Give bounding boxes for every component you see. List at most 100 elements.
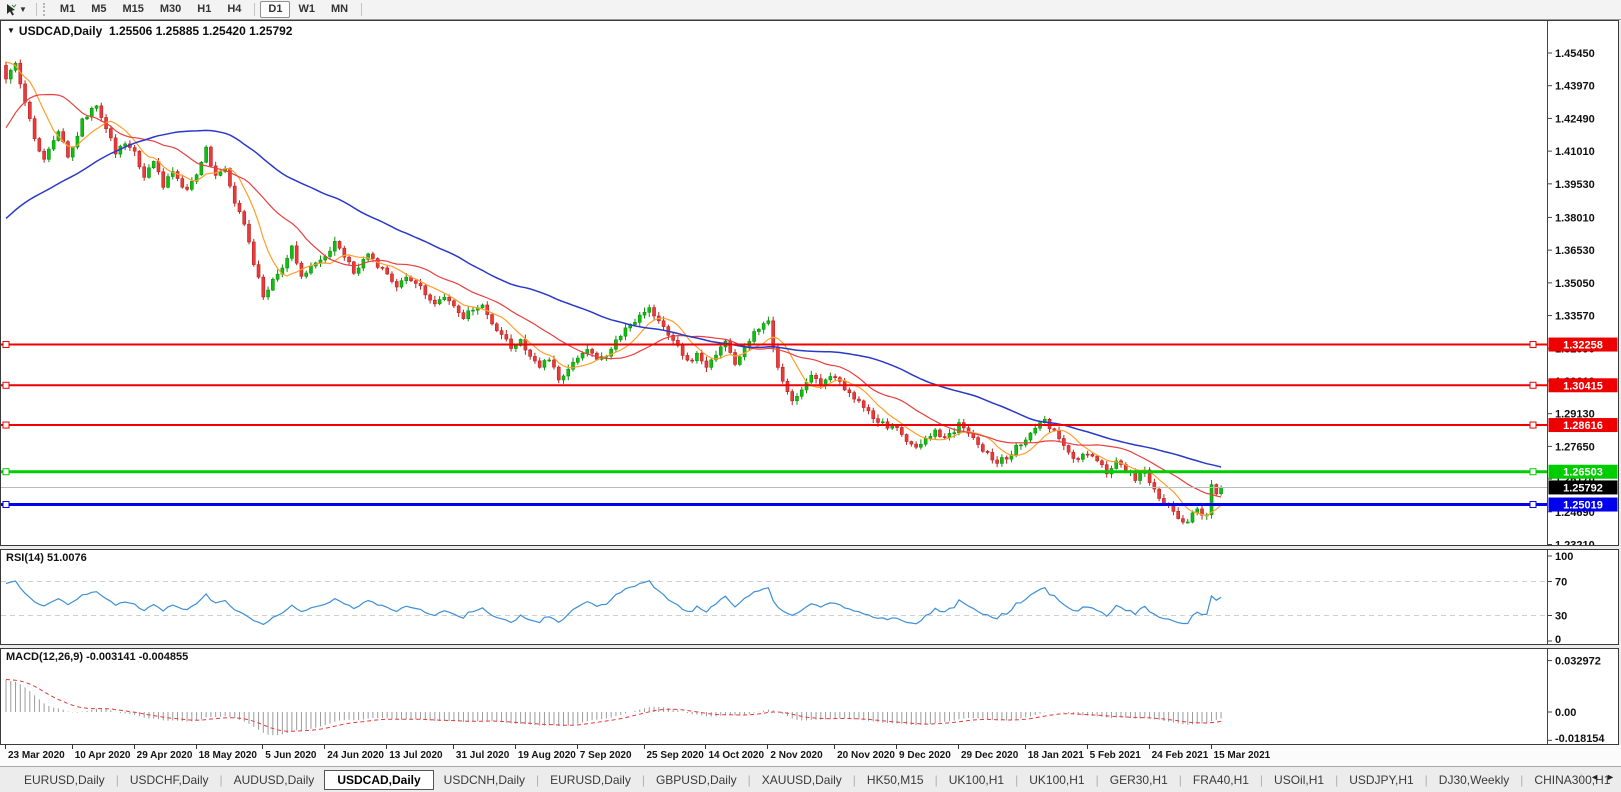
timeframe-button-m30[interactable]: M30 bbox=[152, 1, 189, 18]
time-axis-tick bbox=[196, 745, 197, 749]
symbol-tab-hk50-m15[interactable]: HK50,M15 bbox=[857, 770, 934, 790]
timeframe-button-w1[interactable]: W1 bbox=[290, 1, 323, 18]
line-handle[interactable] bbox=[1530, 382, 1536, 388]
macd-axis[interactable]: 0.032972 0.00 -0.018154 bbox=[1547, 649, 1605, 744]
symbol-tab-xauusd-daily[interactable]: XAUUSD,Daily bbox=[752, 770, 852, 790]
line-handle[interactable] bbox=[3, 342, 9, 348]
timeframe-button-h1[interactable]: H1 bbox=[189, 1, 219, 18]
price-axis-tick-label: 1.41010 bbox=[1555, 146, 1595, 158]
symbol-tab-usdjpy-h1[interactable]: USDJPY,H1 bbox=[1339, 770, 1423, 790]
toolbar-dropdown-icon[interactable]: ▼ bbox=[19, 5, 27, 14]
price-level-label-text: 1.25792 bbox=[1563, 482, 1603, 494]
timeframe-button-h4[interactable]: H4 bbox=[219, 1, 249, 18]
symbol-tab-usdchf-daily[interactable]: USDCHF,Daily bbox=[120, 770, 219, 790]
symbol-tab-dj30-weekly[interactable]: DJ30,Weekly bbox=[1429, 770, 1519, 790]
time-axis-label: 9 Dec 2020 bbox=[899, 750, 951, 761]
rsi-canvas[interactable]: 10070300 bbox=[1, 550, 1618, 644]
resistance-line-1.30415[interactable]: 1.30415 bbox=[1, 378, 1618, 392]
price-axis-tick-label: 1.45450 bbox=[1555, 48, 1595, 60]
line-handle[interactable] bbox=[3, 469, 9, 475]
tab-scroll-left-icon[interactable]: ◄ bbox=[1590, 772, 1599, 782]
time-axis-label: 5 Jun 2020 bbox=[265, 750, 316, 761]
symbol-tab-usdcnh-daily[interactable]: USDCNH,Daily bbox=[434, 770, 535, 790]
resistance-line-1.32258[interactable]: 1.32258 bbox=[1, 338, 1618, 352]
time-axis[interactable]: 23 Mar 202010 Apr 202029 Apr 202018 May … bbox=[0, 745, 1621, 766]
line-handle[interactable] bbox=[1530, 469, 1536, 475]
time-axis-tick bbox=[5, 745, 6, 749]
timeframe-button-d1[interactable]: D1 bbox=[260, 1, 290, 18]
time-axis-label: 18 May 2020 bbox=[199, 750, 257, 761]
symbol-tab-usoil-h1[interactable]: USOil,H1 bbox=[1264, 770, 1334, 790]
symbol-tab-gbpusd-daily[interactable]: GBPUSD,Daily bbox=[646, 770, 747, 790]
timeframe-button-m15[interactable]: M15 bbox=[114, 1, 151, 18]
support-line-1.26503[interactable]: 1.26503 bbox=[1, 465, 1618, 479]
time-axis-label: 13 Jul 2020 bbox=[389, 750, 442, 761]
price-level-label-text: 1.26503 bbox=[1563, 467, 1603, 479]
symbol-tab-eurusd-daily[interactable]: EURUSD,Daily bbox=[14, 770, 115, 790]
time-axis-tick bbox=[705, 745, 706, 749]
line-handle[interactable] bbox=[1530, 342, 1536, 348]
time-axis-label: 24 Feb 2021 bbox=[1152, 750, 1209, 761]
rsi-value: 51.0076 bbox=[47, 552, 87, 564]
macd-axis-tick-label: 0.00 bbox=[1555, 707, 1576, 719]
timeframe-button-mn[interactable]: MN bbox=[323, 1, 356, 18]
macd-axis-tick-label: -0.018154 bbox=[1555, 733, 1605, 744]
price-axis-tick-label: 1.33570 bbox=[1555, 311, 1595, 323]
current-price-line-1.25792[interactable]: 1.25792 bbox=[1, 480, 1618, 494]
toolbar-grip bbox=[43, 3, 48, 16]
line-handle[interactable] bbox=[1530, 502, 1536, 508]
line-handle[interactable] bbox=[3, 422, 9, 428]
rsi-axis-tick-label: 0 bbox=[1555, 634, 1561, 644]
main-chart-panel: 1.454501.439701.424901.410101.395301.380… bbox=[0, 20, 1619, 546]
time-axis-label: 25 Sep 2020 bbox=[647, 750, 704, 761]
macd-axis-tick-label: 0.032972 bbox=[1555, 656, 1601, 668]
toolbar-separator bbox=[361, 3, 362, 16]
price-level-label-text: 1.32258 bbox=[1563, 340, 1603, 352]
time-axis-label: 7 Sep 2020 bbox=[580, 750, 632, 761]
time-axis-tick bbox=[515, 745, 516, 749]
time-axis-label: 31 Jul 2020 bbox=[456, 750, 509, 761]
rsi-name: RSI(14) bbox=[6, 552, 44, 564]
macd-histogram bbox=[6, 680, 1221, 736]
macd-canvas[interactable]: 0.032972 0.00 -0.018154 bbox=[1, 649, 1618, 744]
symbol-tab-uk100-h1[interactable]: UK100,H1 bbox=[939, 770, 1014, 790]
time-axis-tick bbox=[896, 745, 897, 749]
timeframe-button-m1[interactable]: M1 bbox=[52, 1, 83, 18]
time-axis-label: 14 Oct 2020 bbox=[708, 750, 764, 761]
price-axis-tick-label: 1.38010 bbox=[1555, 212, 1595, 224]
price-axis-tick-label: 1.36530 bbox=[1555, 245, 1595, 257]
rsi-axis[interactable]: 10070300 bbox=[1547, 550, 1573, 644]
chart-collapse-icon[interactable]: ▼ bbox=[7, 26, 15, 35]
symbol-tab-fra40-h1[interactable]: FRA40,H1 bbox=[1183, 770, 1259, 790]
symbol-tab-usdcad-daily[interactable]: USDCAD,Daily bbox=[324, 770, 433, 790]
tab-separator: | bbox=[1579, 772, 1583, 782]
toolbar-separator bbox=[36, 3, 37, 16]
rsi-indicator-panel: 10070300 RSI(14) 51.0076 bbox=[0, 549, 1619, 645]
line-handle[interactable] bbox=[3, 502, 9, 508]
symbol-tab-audusd-daily[interactable]: AUDUSD,Daily bbox=[224, 770, 325, 790]
tab-scroll-right-icon[interactable]: ► bbox=[1606, 772, 1615, 782]
chart-pointer-icon[interactable] bbox=[4, 3, 18, 17]
support-line-1.25019[interactable]: 1.25019 bbox=[1, 498, 1618, 512]
time-axis-label: 29 Apr 2020 bbox=[137, 750, 193, 761]
timeframe-button-m5[interactable]: M5 bbox=[83, 1, 114, 18]
line-handle[interactable] bbox=[3, 382, 9, 388]
symbol-tab-eurusd-daily[interactable]: EURUSD,Daily bbox=[540, 770, 641, 790]
time-axis-tick bbox=[834, 745, 835, 749]
macd-signal-line bbox=[6, 680, 1221, 732]
chart-symbol: USDCAD,Daily bbox=[19, 24, 102, 38]
macd-indicator-panel: 0.032972 0.00 -0.018154 MACD(12,26,9) -0.0… bbox=[0, 648, 1619, 745]
price-chart-canvas[interactable]: 1.454501.439701.424901.410101.395301.380… bbox=[1, 21, 1618, 545]
toolbar-separator bbox=[254, 3, 255, 16]
rsi-label: RSI(14) 51.0076 bbox=[6, 552, 87, 564]
resistance-line-1.28616[interactable]: 1.28616 bbox=[1, 418, 1618, 432]
symbol-tab-ger30-h1[interactable]: GER30,H1 bbox=[1100, 770, 1178, 790]
time-axis-tick bbox=[577, 745, 578, 749]
moving-average-21-line bbox=[6, 95, 1221, 498]
line-handle[interactable] bbox=[1530, 422, 1536, 428]
rsi-axis-tick-label: 70 bbox=[1555, 577, 1567, 589]
time-axis-label: 18 Jan 2021 bbox=[1028, 750, 1084, 761]
macd-name: MACD(12,26,9) bbox=[6, 651, 83, 663]
symbol-tab-uk100-h1[interactable]: UK100,H1 bbox=[1019, 770, 1094, 790]
tab-scroll-arrows: | ◄ ► bbox=[1579, 772, 1615, 782]
